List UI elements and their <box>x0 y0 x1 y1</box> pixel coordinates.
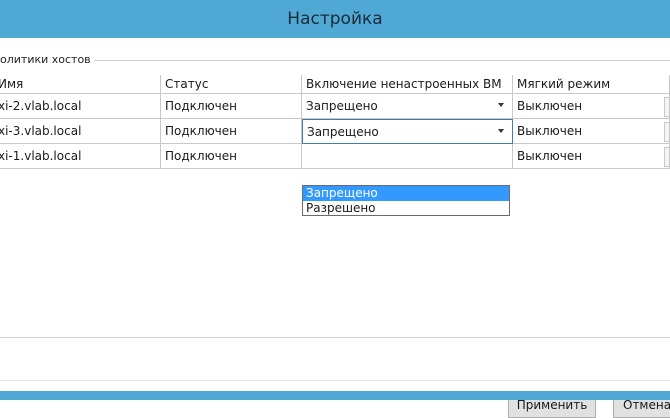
host-status-cell: Подключен <box>161 94 302 119</box>
soft-mode-value: Выключен <box>517 124 583 138</box>
soft-mode-cell[interactable]: Выключен <box>513 119 670 144</box>
host-status-cell: Подключен <box>161 144 302 169</box>
group-label: олитики хостов <box>0 53 94 66</box>
table-row[interactable]: xi-2.vlab.local Подключен Запрещено Выкл… <box>0 94 670 119</box>
footer-divider <box>0 380 670 381</box>
chevron-down-icon[interactable] <box>498 103 504 107</box>
unconfigured-vm-combo[interactable]: Запрещено <box>302 94 513 119</box>
unconfigured-vm-combo-active[interactable]: Запрещено <box>302 119 513 144</box>
window-title: Настройка <box>287 9 383 29</box>
soft-mode-cell[interactable]: Выключен <box>513 144 670 169</box>
dropdown-option-forbidden[interactable]: Запрещено <box>303 186 509 201</box>
soft-mode-value: Выключен <box>517 149 583 163</box>
table-row[interactable]: xi-3.vlab.local Подключен Запрещено Выкл… <box>0 119 670 144</box>
host-name-cell[interactable]: xi-1.vlab.local <box>0 144 161 169</box>
dialog-body: олитики хостов Имя Статус Включение нена… <box>0 38 670 418</box>
combo-value: Запрещено <box>306 99 378 113</box>
dropdown-option-allowed[interactable]: Разрешено <box>303 201 509 216</box>
table-row[interactable]: xi-1.vlab.local Подключен Выключен <box>0 144 670 169</box>
combo-value: Запрещено <box>307 125 379 139</box>
column-header-soft-mode[interactable]: Мягкий режим <box>513 75 670 94</box>
unconfigured-vm-cell[interactable] <box>302 144 513 169</box>
unconfigured-vm-dropdown-list[interactable]: Запрещено Разрешено <box>302 185 510 216</box>
host-name-cell[interactable]: xi-3.vlab.local <box>0 119 161 144</box>
soft-mode-cell[interactable]: Выключен <box>513 94 670 119</box>
window-bottom-border <box>0 391 670 400</box>
chevron-down-icon[interactable] <box>498 129 504 133</box>
cell-edge <box>664 122 669 142</box>
cell-edge <box>664 97 669 117</box>
column-header-status[interactable]: Статус <box>161 75 302 94</box>
soft-mode-value: Выключен <box>517 99 583 113</box>
column-header-name[interactable]: Имя <box>0 75 161 94</box>
host-name-cell[interactable]: xi-2.vlab.local <box>0 94 161 119</box>
column-header-unconfigured-vm[interactable]: Включение ненастроенных ВМ <box>302 75 513 94</box>
cell-edge <box>664 147 669 167</box>
host-status-cell: Подключен <box>161 119 302 144</box>
title-bar: Настройка <box>0 0 670 38</box>
